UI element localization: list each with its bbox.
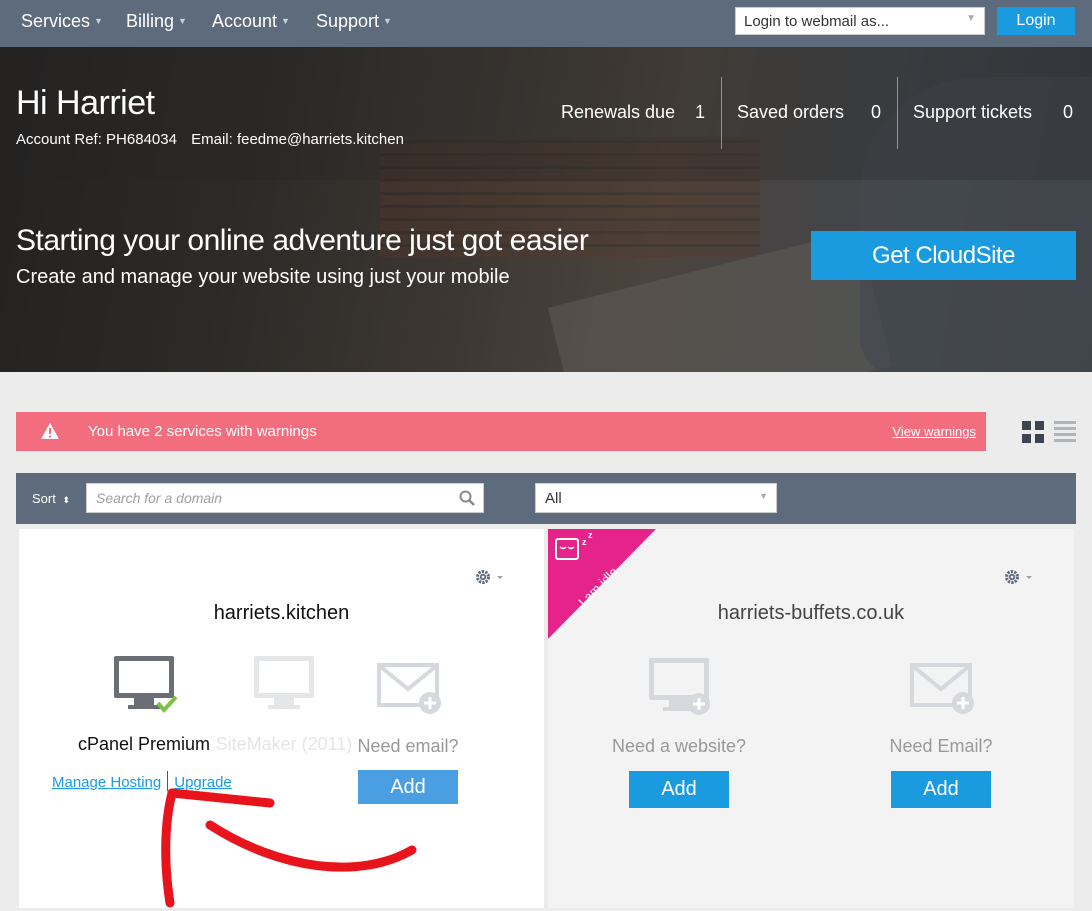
service-label: SiteMaker (2011) (215, 734, 353, 754)
stat-renewals-value: 1 (695, 102, 706, 122)
add-website-button[interactable]: Add (629, 771, 729, 808)
manage-hosting-link[interactable]: Manage Hosting (52, 774, 161, 791)
webmail-select[interactable]: Login to webmail as... ▼ (735, 7, 985, 35)
stat-support-tickets[interactable]: Support tickets 0 (913, 102, 1073, 123)
caret-down-icon: ▼ (759, 491, 768, 501)
svg-text:z: z (588, 530, 593, 540)
service-sitemaker: SiteMaker (2011) (204, 653, 364, 755)
add-email-button[interactable]: Add (891, 771, 991, 808)
domain-card: z z I am idle harriets-buffets.co.uk Nee… (548, 529, 1074, 908)
warning-icon (41, 423, 59, 439)
service-label: Need a website? (611, 736, 747, 756)
stat-support-tickets-label: Support tickets (913, 102, 1033, 122)
top-nav: Services ▼ Billing ▼ Account ▼ Support ▼ Log… (0, 0, 1092, 47)
monitor-icon (254, 656, 314, 709)
monitor-plus-icon (649, 658, 710, 715)
annotation-arrow (161, 788, 417, 908)
nav-account[interactable]: Account ▼ (212, 11, 290, 32)
stat-divider (721, 77, 722, 149)
caret-down-icon: ▼ (281, 16, 290, 26)
service-email: Need email? (348, 659, 468, 757)
greeting: Hi Harriet (16, 84, 155, 122)
promo-title: Starting your online adventure just got … (16, 224, 589, 257)
caret-down-icon: ▼ (178, 16, 187, 26)
nav-services-label: Services (21, 11, 91, 31)
warning-text: You have 2 services with warnings (88, 423, 317, 440)
nav-support[interactable]: Support ▼ (316, 11, 392, 32)
login-button[interactable]: Login (997, 7, 1075, 35)
stat-renewals[interactable]: Renewals due 1 (561, 102, 705, 123)
domain-search (86, 483, 484, 513)
caret-down-icon: ▼ (383, 16, 392, 26)
nav-account-label: Account (212, 11, 278, 31)
search-icon[interactable] (459, 490, 475, 506)
service-filter-value: All (545, 490, 562, 507)
promo-subtitle: Create and manage your website using jus… (16, 266, 510, 288)
get-cloudsite-button[interactable]: Get CloudSite (811, 231, 1076, 280)
nav-services[interactable]: Services ▼ (21, 11, 103, 32)
service-label: Need email? (357, 736, 459, 756)
service-label: Need Email? (889, 736, 993, 756)
service-filter-select[interactable]: All ▼ (535, 483, 777, 513)
caret-down-icon: ▼ (966, 13, 976, 24)
stat-saved-orders[interactable]: Saved orders 0 (737, 102, 881, 123)
stat-support-tickets-value: 0 (1063, 102, 1074, 122)
search-input[interactable] (87, 484, 447, 512)
warning-banner: You have 2 services with warnings View w… (16, 412, 986, 451)
nav-billing-label: Billing (126, 11, 175, 31)
gear-icon[interactable] (1004, 569, 1034, 585)
nav-support-label: Support (316, 11, 380, 31)
svg-text:z: z (582, 537, 587, 547)
grid-view-icon[interactable] (1022, 421, 1044, 443)
account-ref: Account Ref: PH684034 (16, 131, 177, 148)
service-email: Need Email? (871, 659, 1011, 757)
monitor-check-icon (114, 656, 178, 714)
stat-saved-orders-label: Saved orders (737, 102, 845, 122)
list-view-icon[interactable] (1054, 421, 1076, 443)
service-website: Need a website? (604, 655, 754, 757)
hero-banner: Hi Harriet Account Ref: PH684034 Email: … (0, 47, 1092, 372)
sort-label: Sort (32, 491, 56, 506)
webmail-select-value: Login to webmail as... (744, 13, 890, 30)
stat-divider (897, 77, 898, 149)
domain-name: harriets.kitchen (213, 602, 350, 624)
filter-bar: Sort ⬍ All ▼ (16, 473, 1076, 524)
account-details: Account Ref: PH684034 Email: feedme@harr… (16, 131, 414, 148)
nav-billing[interactable]: Billing ▼ (126, 11, 187, 32)
envelope-plus-icon (377, 663, 441, 714)
domain-name: harriets-buffets.co.uk (717, 602, 905, 624)
account-email: Email: feedme@harriets.kitchen (191, 131, 404, 148)
view-warnings-link[interactable]: View warnings (892, 424, 976, 439)
envelope-plus-icon (910, 663, 974, 714)
gear-icon[interactable] (475, 569, 505, 585)
caret-down-icon: ▼ (94, 16, 103, 26)
sort-arrows-icon: ⬍ (62, 495, 71, 505)
stat-saved-orders-value: 0 (871, 102, 882, 122)
stat-renewals-label: Renewals due (561, 102, 676, 122)
sort-control[interactable]: Sort ⬍ (32, 491, 70, 506)
